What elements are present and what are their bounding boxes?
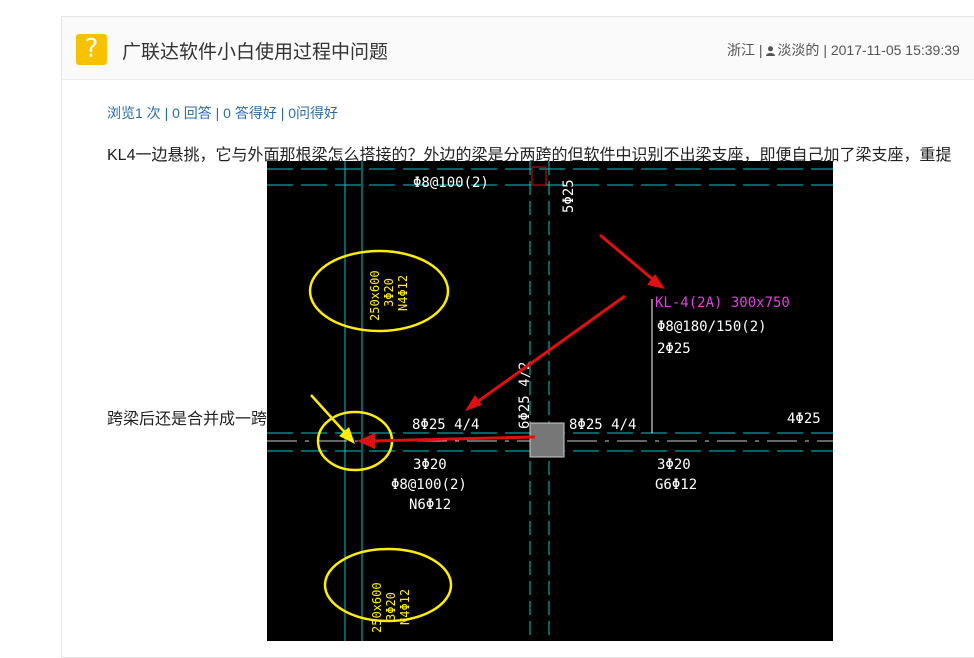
column-block <box>529 422 565 458</box>
question-mark-icon: ? <box>76 34 107 65</box>
annotation-arrow <box>370 435 536 443</box>
question-card: ? 广联达软件小白使用过程中问题 浙江 | 淡淡的 | 2017-11-05 1… <box>61 16 974 658</box>
question-body-line2: 跨梁后还是合并成一跨 <box>107 411 268 428</box>
cad-label: 3Φ20 <box>384 592 398 621</box>
question-meta: 浙江 | 淡淡的 | 2017-11-05 15:39:39 <box>727 42 960 58</box>
cad-label: G6Φ12 <box>655 477 697 493</box>
beam-name-label: KL-4(2A) 300x750 <box>655 295 790 311</box>
user-icon <box>766 46 776 56</box>
cad-label: Φ8@180/150(2) <box>657 319 767 335</box>
cad-label: 3Φ20 <box>382 278 396 307</box>
question-stats: 浏览1 次 | 0 回答 | 0 答得好 | 0问得好 <box>107 105 339 121</box>
annotation-arrow <box>310 394 350 438</box>
cad-screenshot-image: Φ8@100(2) 5Φ25 Φ8@180/150(2) 2Φ25 8Φ25 4… <box>267 161 833 641</box>
cad-label: N4Φ12 <box>396 275 410 311</box>
section-marker <box>531 166 547 186</box>
question-header: ? 广联达软件小白使用过程中问题 浙江 | 淡淡的 | 2017-11-05 1… <box>62 17 974 80</box>
annotation-arrow <box>599 233 658 285</box>
cad-label: Φ8@100(2) <box>413 175 489 191</box>
cad-label: 8Φ25 4/4 <box>569 417 636 433</box>
cad-label: 250x600 <box>370 582 384 633</box>
cad-label: 2Φ25 <box>657 341 691 357</box>
cad-label: 3Φ20 <box>657 457 691 473</box>
cad-label: N6Φ12 <box>409 497 451 513</box>
post-datetime: 2017-11-05 15:39:39 <box>830 42 960 58</box>
cad-label: 3Φ20 <box>413 457 447 473</box>
question-title[interactable]: 广联达软件小白使用过程中问题 <box>122 37 388 64</box>
cad-label: Φ8@100(2) <box>391 477 467 493</box>
cad-label: 5Φ25 <box>561 179 577 213</box>
cad-label: 4Φ25 <box>787 411 821 427</box>
author-name[interactable]: 淡淡的 <box>777 42 819 58</box>
location: 浙江 <box>727 42 755 58</box>
cad-label: 250x600 <box>368 270 382 321</box>
cad-label: 8Φ25 4/4 <box>412 417 479 433</box>
